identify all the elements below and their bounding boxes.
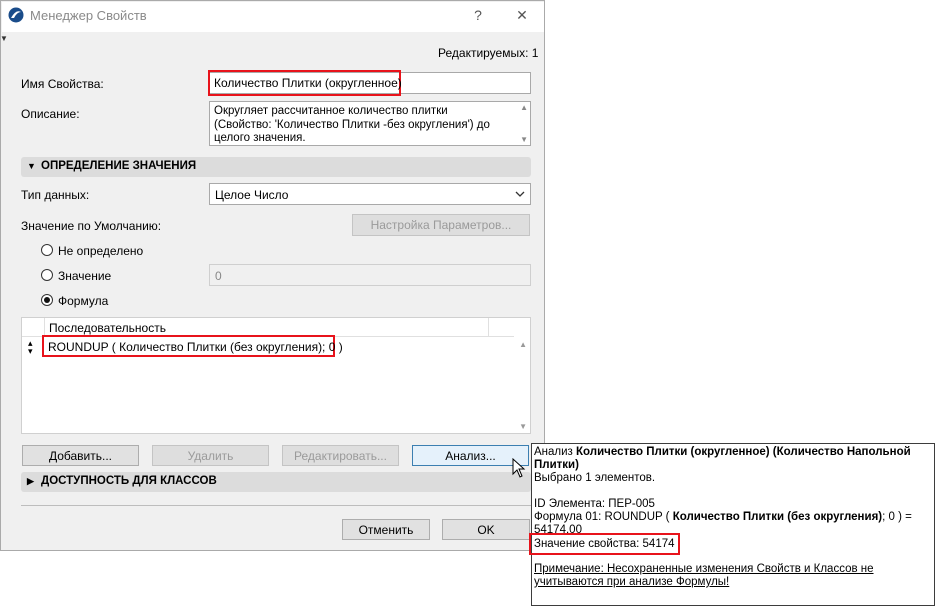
description-line-3: целого значения. [214,132,306,144]
cancel-button[interactable]: Отменить [342,519,430,540]
analysis-title-line-1: Анализ Количество Плитки (округленное) (… [534,446,911,458]
delete-button[interactable]: Удалить [152,445,269,466]
radio-value[interactable] [41,269,53,281]
add-button[interactable]: Добавить... [22,445,139,466]
property-name-value: Количество Плитки (округленное) [214,76,402,90]
section-expanded-icon: ▼ [27,161,36,171]
window-title: Менеджер Свойств [30,8,147,23]
analysis-title-line-2: Плитки) [534,459,579,471]
scroll-up-icon[interactable]: ▲ [520,103,528,112]
radio-formula[interactable] [41,294,53,306]
edit-button[interactable]: Редактировать... [282,445,399,466]
column-divider [44,318,45,336]
scroll-down-icon[interactable]: ▼ [519,422,527,431]
column-divider [488,318,489,336]
value-input-text: 0 [215,269,222,283]
value-input[interactable]: 0 [209,264,531,286]
data-type-label: Тип данных: [21,188,90,202]
value-definition-section[interactable]: ▼ ОПРЕДЕЛЕНИЕ ЗНАЧЕНИЯ [21,157,531,177]
close-button[interactable]: ✕ [502,3,542,27]
ok-button[interactable]: OK [442,519,530,540]
chevron-down-icon [515,191,525,197]
analysis-popup: Анализ Количество Плитки (округленное) (… [531,443,935,606]
analysis-formula: Формула 01: ROUNDUP ( Количество Плитки … [534,511,912,523]
analysis-selected: Выбрано 1 элементов. [534,472,656,484]
help-button[interactable]: ? [458,3,498,27]
sequence-row[interactable]: ROUNDUP ( Количество Плитки (без округле… [48,340,343,354]
mouse-cursor-icon [512,458,526,478]
archicad-app-icon [8,7,24,23]
class-availability-title: ДОСТУПНОСТЬ ДЛЯ КЛАССОВ [41,475,217,487]
analysis-note-line-1: Примечание: Несохраненные изменения Свой… [534,563,874,575]
parameter-setup-button[interactable]: Настройка Параметров... [352,214,530,236]
value-definition-title: ОПРЕДЕЛЕНИЕ ЗНАЧЕНИЯ [41,160,197,172]
radio-undefined[interactable] [41,244,53,256]
description-label: Описание: [21,107,80,121]
data-type-select[interactable]: Целое Число [209,183,531,205]
property-name-label: Имя Свойства: [21,77,104,91]
editable-count: Редактируемых: 1 [438,46,539,60]
data-type-value: Целое Число [215,188,289,202]
analysis-element-id: ID Элемента: ПЕР-005 [534,498,655,510]
class-availability-section[interactable]: ▶ ДОСТУПНОСТЬ ДЛЯ КЛАССОВ [21,472,531,492]
scroll-up-icon[interactable]: ▲ [519,340,527,349]
description-line-2: (Свойство: 'Количество Плитки -без округ… [214,119,490,131]
highlight-property-value [529,533,680,555]
radio-formula-label: Формула [58,294,109,308]
sequence-header-label: Последовательность [49,321,166,335]
collapse-arrow-icon[interactable]: ▼ [0,34,8,43]
description-field[interactable]: Округляет рассчитанное количество плитки… [209,101,531,146]
radio-undefined-label: Не определено [58,244,144,258]
description-line-1: Округляет рассчитанное количество плитки [214,105,448,117]
default-value-label: Значение по Умолчанию: [21,219,162,233]
reorder-handle-icon[interactable]: ▴ ▾ [28,339,33,356]
section-collapsed-icon: ▶ [27,476,34,486]
analysis-note-line-2: учитываются при анализе Формулы! [534,576,730,588]
divider [21,505,531,506]
radio-value-label: Значение [58,269,112,283]
scroll-down-icon[interactable]: ▼ [520,135,528,144]
